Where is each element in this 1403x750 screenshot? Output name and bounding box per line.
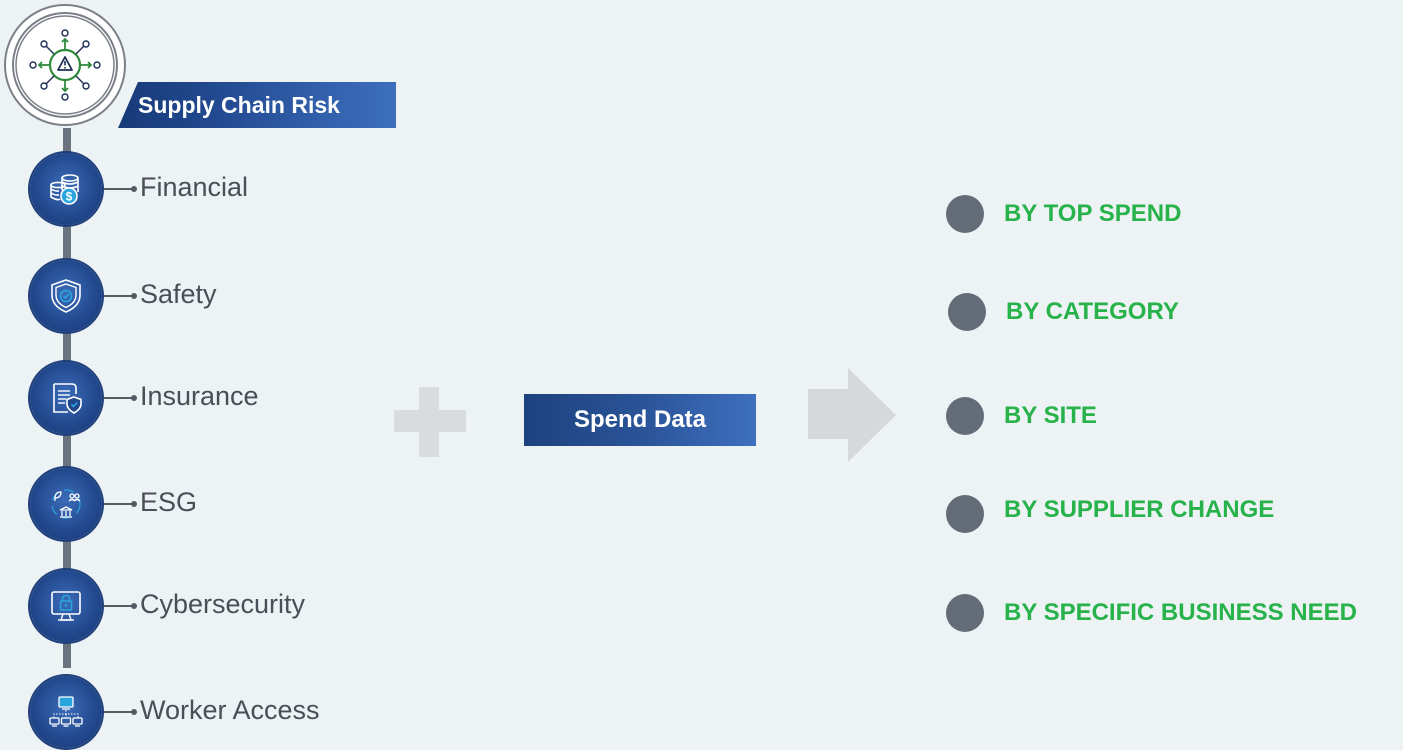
connector-dot [131,395,137,401]
risk-item-insurance: Insurance [30,362,430,436]
connector-line [104,605,134,607]
risk-label-insurance: Insurance [140,381,259,411]
bullet-dot [946,495,984,533]
risk-label-cybersecurity: Cybersecurity [140,589,306,619]
connector-dot [131,709,137,715]
svg-text:$: $ [66,190,73,204]
spend-data-box: Spend Data [524,394,756,446]
bullet-dot [946,195,984,233]
risk-label-worker-access: Worker Access [140,695,320,725]
output-label: BY SUPPLIER CHANGE [1004,496,1275,523]
monitor-lock-icon [30,570,102,642]
output-label: BY SITE [1004,402,1097,429]
connector-line [104,397,134,399]
risk-label-safety: Safety [140,279,217,309]
document-shield-icon [30,362,102,434]
bullet-dot [946,397,984,435]
connector-line [104,711,134,713]
output-label: BY TOP SPEND [1004,200,1182,227]
risk-item-financial: $ Financial [30,153,430,227]
connector-dot [131,603,137,609]
network-computers-icon [30,676,102,748]
risk-label-esg: ESG [140,487,198,517]
output-label: BY SPECIFIC BUSINESS NEED [1004,599,1357,626]
connector-line [104,295,134,297]
leaf-people-building-icon [30,468,102,540]
coins-dollar-icon: $ [30,153,102,225]
supply-network-alert-icon [6,6,124,124]
connector-line [104,188,134,190]
output-label: BY CATEGORY [1006,298,1179,325]
connector-dot [131,501,137,507]
shield-check-icon [30,260,102,332]
connector-dot [131,186,137,192]
connector-line [104,503,134,505]
plus-horizontal-bar [394,410,466,432]
bullet-dot [948,293,986,331]
risk-item-safety: Safety [30,260,430,334]
arrow-head [848,368,896,462]
connector-dot [131,293,137,299]
arrow-shaft [808,389,850,439]
header-title: Supply Chain Risk [138,92,340,118]
risk-item-esg: ESG [30,468,430,542]
risk-item-cybersecurity: Cybersecurity [30,570,430,644]
risk-label-financial: Financial [140,172,249,202]
risk-item-worker-access: Worker Access [30,676,430,750]
bullet-dot [946,594,984,632]
